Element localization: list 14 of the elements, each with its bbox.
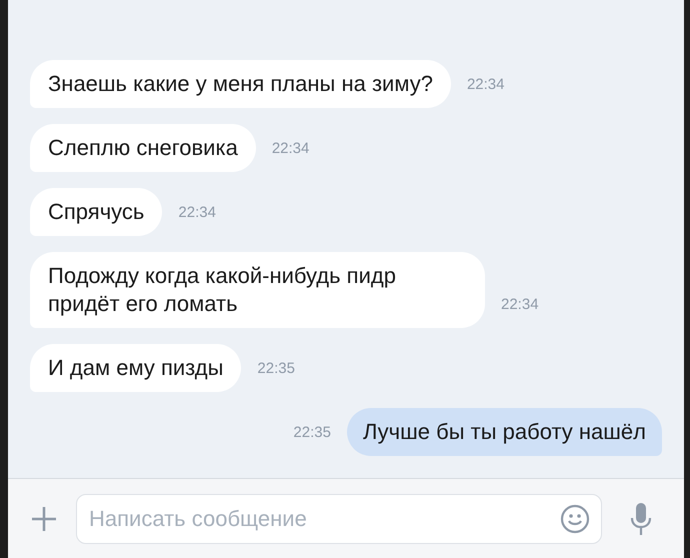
message-time: 22:35 bbox=[257, 358, 295, 378]
message-bubble: Подожду когда какой-нибудь пидр придёт его ломать bbox=[30, 252, 485, 328]
message-bubble: Спрячусь bbox=[30, 188, 162, 236]
message-bubble: Знаешь какие у меня планы на зиму? bbox=[30, 60, 451, 108]
smiley-icon[interactable] bbox=[560, 504, 590, 534]
message-time: 22:34 bbox=[466, 74, 504, 94]
message-time: 22:35 bbox=[293, 422, 331, 442]
message-bubble: Лучше бы ты работу нашёл bbox=[346, 408, 662, 456]
message-time: 22:34 bbox=[501, 294, 539, 314]
message-input[interactable]: Написать сообщение bbox=[76, 494, 602, 544]
message-bubble: Слеплю снеговика bbox=[30, 124, 256, 172]
message-bubble: И дам ему пизды bbox=[30, 344, 242, 392]
message-time: 22:34 bbox=[272, 138, 310, 158]
message-time: 22:34 bbox=[178, 202, 216, 222]
